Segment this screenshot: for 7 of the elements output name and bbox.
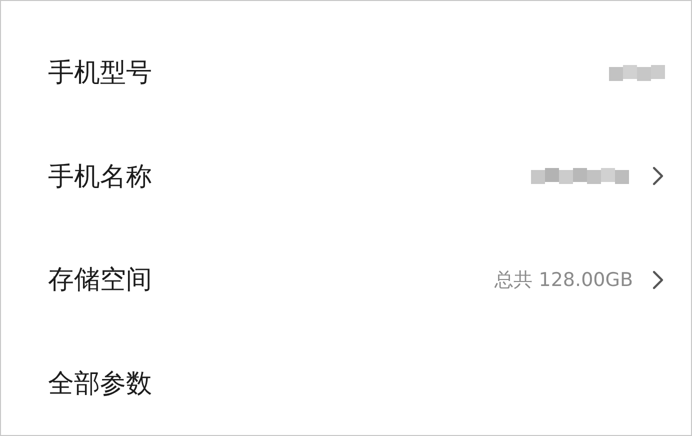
setting-label: 存储空间	[48, 264, 153, 298]
setting-value: 总共 128.00GB	[494, 268, 633, 293]
chevron-right-icon[interactable]	[651, 268, 665, 291]
setting-label: 手机型号	[48, 57, 153, 90]
setting-label: 全部参数	[48, 368, 153, 401]
setting-label: 手机名称	[48, 160, 153, 194]
chevron-right-icon[interactable]	[651, 165, 665, 188]
